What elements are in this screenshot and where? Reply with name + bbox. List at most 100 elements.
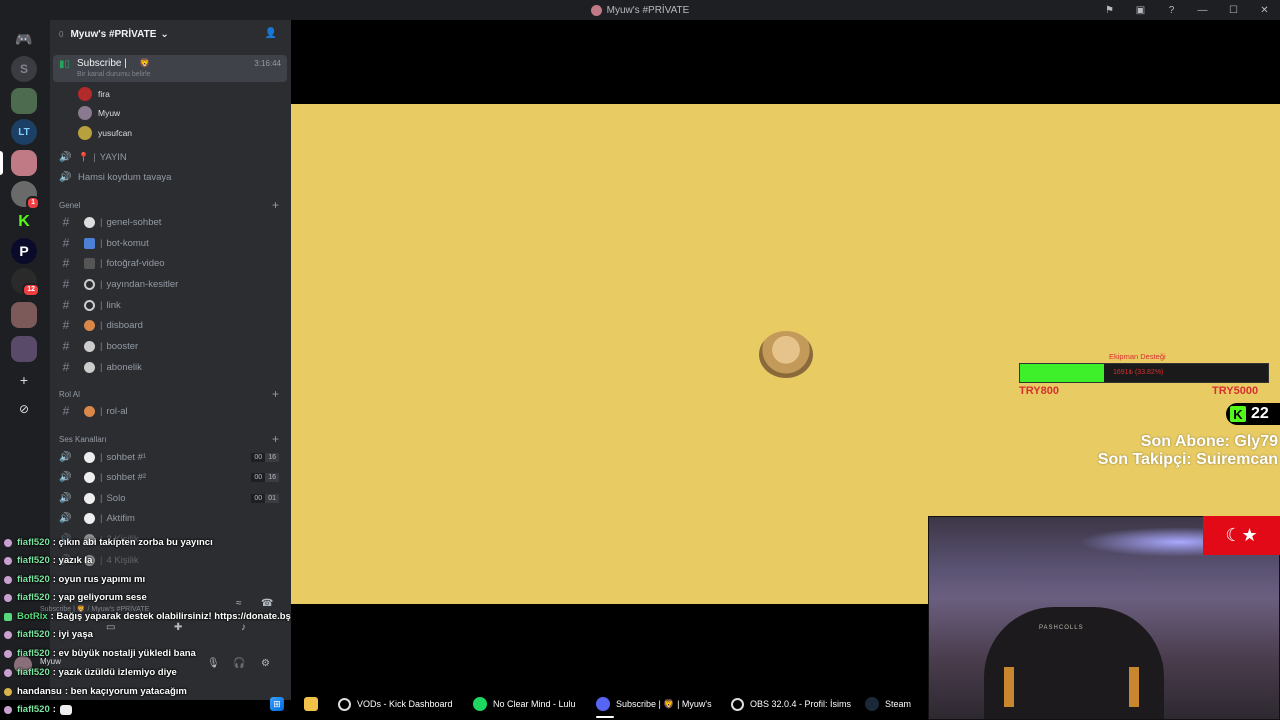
voice-user[interactable]: fira [78, 85, 110, 102]
maximize-button[interactable]: ☐ [1218, 0, 1249, 20]
minimize-button[interactable]: — [1187, 0, 1218, 20]
active-voice-channel[interactable]: ▮▯ Subscribe | 🦁 3:16:44 Bir kanal durum… [53, 55, 287, 82]
channel-abonelik[interactable]: # | abonelik [50, 357, 291, 377]
channel-genel-sohbet[interactable]: # | genel-sohbet [50, 212, 291, 232]
face-icon [84, 319, 95, 331]
face-icon [84, 405, 95, 417]
category-rol-al[interactable]: Rol Al [59, 390, 80, 399]
voice-status-text[interactable]: Bir kanal durumu belirle [77, 71, 151, 78]
goal-progress-text: 1691₺ (33.82%) [1113, 369, 1164, 376]
server-icon-5[interactable]: 1 [11, 181, 40, 210]
channel-bot-komut[interactable]: # | bot-komut [50, 233, 291, 253]
start-button[interactable]: ⊞ [270, 696, 284, 712]
user-name: yusufcan [98, 127, 133, 138]
voice-channel-yayin[interactable]: 🔊 📍 | YAYIN [50, 147, 291, 167]
chat-message: fiafl520: yazık üzüldü izlemiyo diye [4, 667, 177, 678]
voice-user[interactable]: Myuw [78, 104, 120, 121]
server-icon-9[interactable]: 12 [11, 268, 40, 297]
activity-icon[interactable]: ✚ [174, 622, 182, 633]
help-icon[interactable]: ? [1156, 0, 1187, 20]
server-folder-icon-3[interactable] [11, 336, 37, 362]
channel-rol-al[interactable]: # | rol-al [50, 401, 291, 421]
link-icon [84, 278, 95, 290]
taskbar-app[interactable]: Subscribe | 🦁 | Myuw's [596, 696, 712, 712]
channel-link[interactable]: # | link [50, 295, 291, 315]
taskbar-app-label: OBS 32.0.4 - Profil: İsims [750, 699, 852, 709]
voice-channel-hamsi[interactable]: 🔊 Hamsi koydum tavaya [50, 167, 291, 187]
circle-icon [84, 451, 95, 463]
channel-yayindan-kesitler[interactable]: # | yayından-kesitler [50, 274, 291, 294]
chat-nick: fiafl520 [17, 574, 50, 585]
server-icon-p[interactable]: P [11, 238, 37, 264]
server-header[interactable]: 0 Myuw's #PRİVATE ⌄ 👤 [50, 20, 291, 48]
taskbar-app[interactable]: VODs - Kick Dashboard [338, 696, 453, 712]
add-channel-icon[interactable]: + [272, 387, 279, 401]
voice-channel-solo[interactable]: 🔊 | Solo 00 01 [50, 488, 291, 508]
voice-channel-sohbet-2[interactable]: 🔊 | sohbet #² 00 16 [50, 467, 291, 487]
channel-fotograf-video[interactable]: # | fotoğraf-video [50, 253, 291, 273]
goal-max: TRY5000 [1212, 385, 1259, 397]
hash-icon: # [62, 256, 70, 270]
user-name: Myuw [98, 107, 121, 118]
file-explorer-button[interactable] [304, 696, 318, 712]
discover-icon[interactable]: ⊘ [11, 396, 37, 422]
voice-wave-icon: ▮▯ [59, 59, 71, 70]
obs-icon [731, 697, 744, 711]
channel-name: link [106, 299, 121, 311]
taskbar-app[interactable]: No Clear Mind - Lulu [473, 696, 576, 712]
channel-disboard[interactable]: # | disboard [50, 315, 291, 335]
discord-home-icon[interactable]: 🎮 [11, 26, 37, 52]
chat-nick: fiafl520 [17, 629, 50, 640]
chair-stripe [1004, 667, 1014, 707]
bot-badge-icon [4, 612, 12, 621]
chat-nick: fiafl520 [17, 592, 50, 603]
soundboard-icon[interactable]: ♪ [241, 622, 246, 633]
circle-icon [84, 512, 95, 524]
badge-icon [4, 668, 12, 677]
disconnect-icon[interactable]: ☎ [261, 598, 273, 609]
category-genel[interactable]: Genel [59, 201, 80, 210]
circle-icon [84, 471, 95, 483]
voice-user[interactable]: yusufcan [78, 124, 132, 141]
chat-message: fiafl520: çıkın abi takipten zorba bu ya… [4, 537, 213, 548]
badge-icon [4, 575, 12, 584]
robot-icon [84, 237, 95, 249]
taskbar-app[interactable]: Steam [865, 696, 911, 712]
steam-icon [865, 697, 879, 711]
screen-icon[interactable]: ▣ [1125, 0, 1156, 20]
microphone-icon[interactable]: 🎙 [207, 658, 220, 669]
add-server-icon[interactable]: + [11, 367, 37, 393]
kick-server-icon[interactable]: K [11, 209, 37, 235]
speaker-icon: 🔊 [59, 451, 72, 463]
category-ses-kanallari[interactable]: Ses Kanalları [59, 435, 107, 444]
server-icon-private[interactable] [11, 150, 37, 176]
headphones-icon[interactable]: 🎧 [233, 658, 245, 669]
channel-name: disboard [106, 319, 143, 331]
voice-channel-aktifim[interactable]: 🔊 | Aktifim [50, 508, 291, 528]
channel-booster[interactable]: # | booster [50, 336, 291, 356]
taskbar-app[interactable]: OBS 32.0.4 - Profil: İsims [731, 696, 851, 712]
user-limit: 00 01 [251, 493, 279, 503]
invite-icon[interactable]: 👤 [265, 28, 277, 39]
noise-suppression-icon[interactable]: ≈ [236, 598, 242, 609]
avatar [78, 86, 92, 101]
add-channel-icon[interactable]: + [272, 432, 279, 446]
server-folder-icon[interactable] [11, 88, 37, 114]
taskbar-app-label: No Clear Mind - Lulu [493, 699, 576, 709]
chat-message: fiafl520: yazık la [4, 555, 92, 566]
chat-message: fiafl520: yap geliyorum sese [4, 592, 147, 603]
channel-name: genel-sohbet [106, 216, 162, 228]
inbox-icon[interactable]: ⚑ [1094, 0, 1125, 20]
close-button[interactable]: ✕ [1249, 0, 1280, 20]
add-channel-icon[interactable]: + [272, 198, 279, 212]
video-icon[interactable]: ▭ [106, 622, 115, 633]
server-icon-lt[interactable]: LT [11, 119, 37, 145]
gear-icon [84, 340, 95, 352]
voice-channel-sohbet-1[interactable]: 🔊 | sohbet #¹ 00 16 [50, 447, 291, 467]
server-folder-icon-2[interactable] [11, 302, 37, 328]
chat-text: : oyun rus yapımı mı [52, 574, 146, 585]
chat-text: : Bağış yaparak destek olabilirsiniz! ht… [50, 611, 291, 622]
server-icon-s[interactable]: S [11, 56, 37, 82]
gear-icon[interactable]: ⚙ [261, 658, 270, 669]
voice-channel-name: Subscribe | [77, 58, 127, 69]
